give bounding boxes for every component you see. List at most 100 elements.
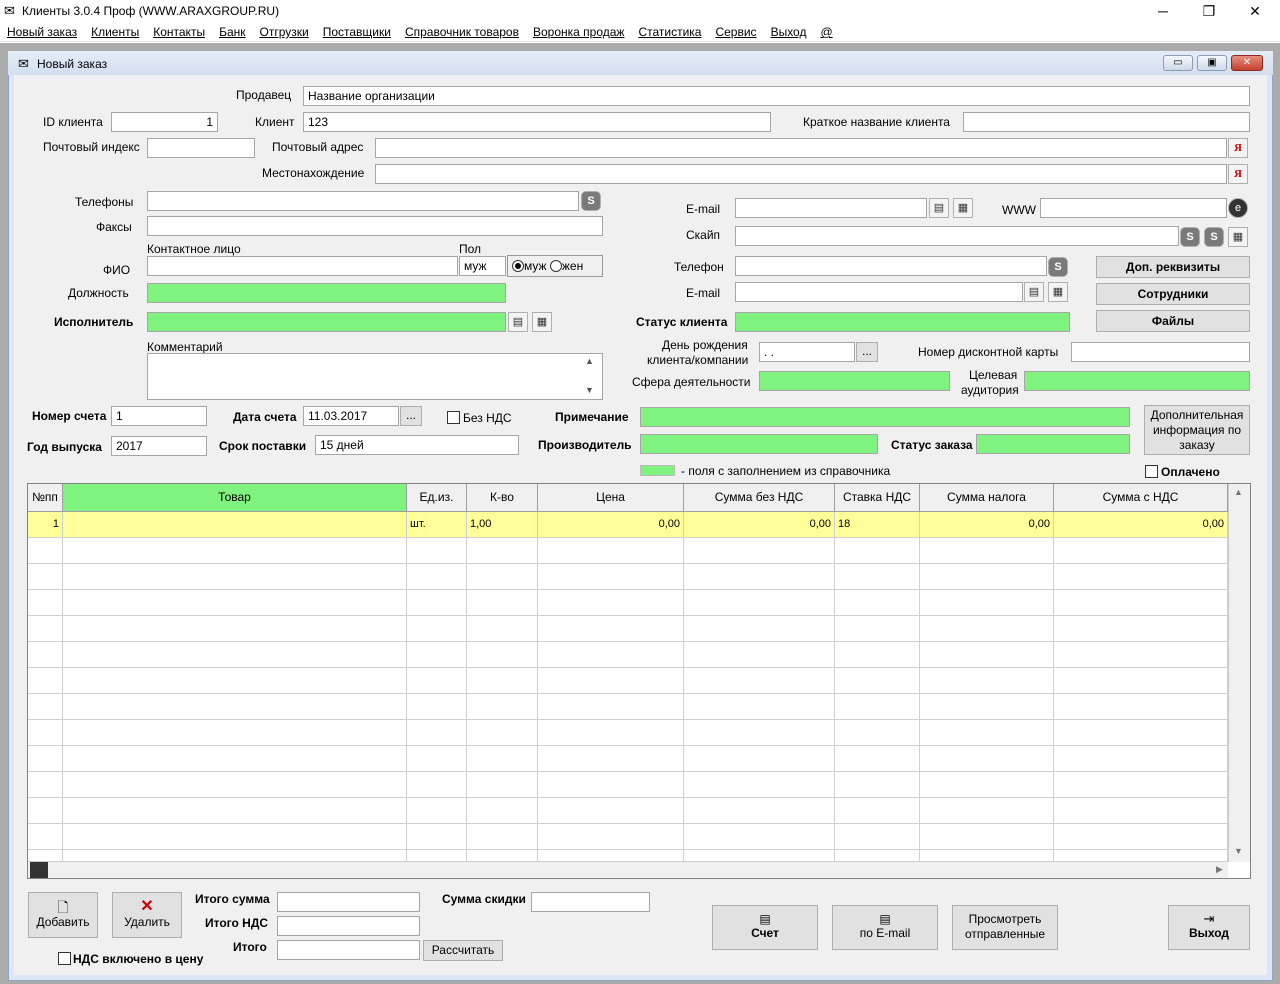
child-maximize-button[interactable]: ▣ (1197, 55, 1227, 71)
table-row-cell-sum-no-vat[interactable]: 0,00 (684, 512, 835, 538)
gender-female-radio[interactable] (549, 260, 562, 272)
col-header-product[interactable]: Товар (63, 484, 407, 512)
empty-cell[interactable] (835, 772, 920, 798)
menu-bank[interactable]: Банк (212, 22, 252, 42)
empty-cell[interactable] (28, 772, 63, 798)
empty-cell[interactable] (920, 538, 1054, 564)
extra-info-button[interactable]: Дополнительная информация по заказу (1144, 405, 1250, 455)
employees-button[interactable]: Сотрудники (1096, 283, 1250, 305)
empty-cell[interactable] (538, 564, 684, 590)
menu-products[interactable]: Справочник товаров (398, 22, 526, 42)
empty-cell[interactable] (684, 824, 835, 850)
menu-contacts[interactable]: Контакты (146, 22, 212, 42)
yandex-map-icon[interactable]: Я (1228, 138, 1248, 158)
empty-cell[interactable] (28, 694, 63, 720)
empty-cell[interactable] (63, 668, 407, 694)
audience-field[interactable] (1024, 371, 1250, 391)
skype-field[interactable] (735, 226, 1179, 246)
col-header-price[interactable]: Цена (538, 484, 684, 512)
empty-cell[interactable] (835, 616, 920, 642)
position-field[interactable] (147, 283, 506, 303)
invoice-date-picker-button[interactable]: ... (400, 406, 422, 426)
empty-cell[interactable] (920, 694, 1054, 720)
menu-at[interactable]: @ (813, 22, 839, 42)
empty-cell[interactable] (467, 538, 538, 564)
empty-cell[interactable] (407, 720, 467, 746)
client-status-field[interactable] (735, 312, 1070, 332)
empty-cell[interactable] (835, 590, 920, 616)
menu-service[interactable]: Сервис (708, 22, 763, 42)
empty-cell[interactable] (63, 642, 407, 668)
view-sent-button[interactable]: Просмотреть отправленные (952, 905, 1058, 950)
empty-cell[interactable] (28, 590, 63, 616)
phone-skype-icon[interactable]: S (1048, 257, 1068, 277)
short-name-field[interactable] (963, 112, 1250, 132)
empty-cell[interactable] (538, 798, 684, 824)
menu-suppliers[interactable]: Поставщики (316, 22, 398, 42)
order-status-field[interactable] (976, 434, 1130, 454)
col-header-vat-rate[interactable]: Ставка НДС (835, 484, 920, 512)
empty-cell[interactable] (538, 538, 684, 564)
scroll-up-icon[interactable]: ▲ (1234, 487, 1243, 497)
table-row-cell-unit[interactable]: шт. (407, 512, 467, 538)
empty-cell[interactable] (538, 746, 684, 772)
empty-cell[interactable] (467, 564, 538, 590)
empty-cell[interactable] (467, 798, 538, 824)
empty-cell[interactable] (920, 824, 1054, 850)
empty-cell[interactable] (63, 746, 407, 772)
empty-cell[interactable] (28, 538, 63, 564)
table-row-cell-product[interactable] (63, 512, 407, 538)
empty-cell[interactable] (684, 720, 835, 746)
fio-field[interactable] (147, 256, 458, 276)
email-directory-icon[interactable]: ▤ (929, 198, 949, 218)
empty-cell[interactable] (684, 694, 835, 720)
empty-cell[interactable] (920, 720, 1054, 746)
empty-cell[interactable] (920, 798, 1054, 824)
empty-cell[interactable] (467, 746, 538, 772)
empty-cell[interactable] (684, 564, 835, 590)
empty-cell[interactable] (63, 590, 407, 616)
no-vat-checkbox[interactable] (447, 411, 460, 424)
discount-sum-field[interactable] (531, 892, 650, 912)
faxes-field[interactable] (147, 216, 603, 236)
empty-cell[interactable] (1054, 798, 1228, 824)
email-field[interactable] (735, 198, 927, 218)
empty-cell[interactable] (407, 642, 467, 668)
email-table-icon[interactable]: ▦ (953, 198, 973, 218)
empty-cell[interactable] (407, 694, 467, 720)
menu-statistics[interactable]: Статистика (631, 22, 708, 42)
vat-included-checkbox[interactable] (58, 952, 71, 965)
empty-cell[interactable] (1054, 668, 1228, 694)
empty-cell[interactable] (63, 538, 407, 564)
col-header-qty[interactable]: К-во (467, 484, 538, 512)
table-row-cell-num[interactable]: 1 (28, 512, 63, 538)
menu-exit[interactable]: Выход (764, 22, 814, 42)
empty-cell[interactable] (1054, 642, 1228, 668)
empty-cell[interactable] (920, 642, 1054, 668)
address-field[interactable] (375, 138, 1227, 158)
empty-cell[interactable] (835, 798, 920, 824)
empty-cell[interactable] (407, 772, 467, 798)
empty-cell[interactable] (1054, 590, 1228, 616)
table-row-cell-qty[interactable]: 1,00 (467, 512, 538, 538)
empty-cell[interactable] (684, 642, 835, 668)
table-row-cell-price[interactable]: 0,00 (538, 512, 684, 538)
yandex-map-icon-2[interactable]: Я (1228, 164, 1248, 184)
empty-cell[interactable] (538, 668, 684, 694)
empty-cell[interactable] (835, 538, 920, 564)
empty-cell[interactable] (407, 668, 467, 694)
empty-cell[interactable] (835, 720, 920, 746)
sphere-field[interactable] (759, 371, 950, 391)
empty-cell[interactable] (407, 564, 467, 590)
invoice-button[interactable]: ▤ Счет (712, 905, 818, 950)
empty-cell[interactable] (920, 564, 1054, 590)
comment-scroll-down-icon[interactable]: ▼ (585, 385, 594, 395)
total-field[interactable] (277, 940, 420, 960)
child-close-button[interactable]: ✕ (1231, 55, 1263, 71)
birthday-picker-button[interactable]: ... (856, 342, 878, 362)
empty-cell[interactable] (538, 590, 684, 616)
vertical-scrollbar[interactable]: ▲ ▼ (1228, 484, 1250, 862)
empty-cell[interactable] (835, 824, 920, 850)
empty-cell[interactable] (684, 668, 835, 694)
empty-cell[interactable] (538, 824, 684, 850)
